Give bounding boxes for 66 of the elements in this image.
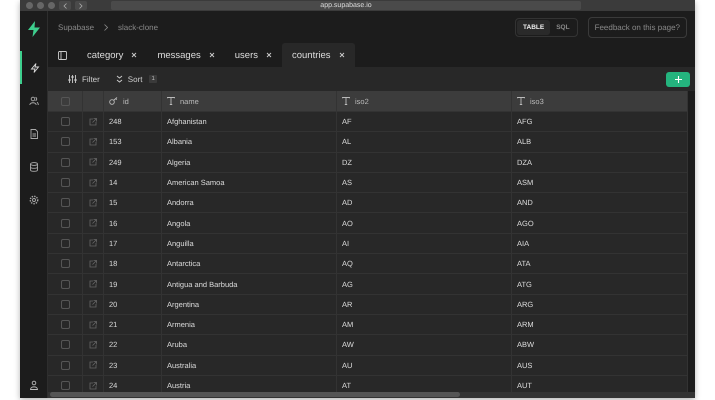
text-type-icon bbox=[342, 97, 350, 105]
external-link-icon[interactable] bbox=[89, 260, 97, 268]
external-link-icon[interactable] bbox=[89, 118, 97, 126]
row-checkbox[interactable] bbox=[60, 137, 70, 146]
breadcrumb-link[interactable]: slack-clone bbox=[118, 22, 158, 32]
close-icon[interactable] bbox=[208, 52, 215, 58]
window-control-dot[interactable] bbox=[48, 2, 55, 9]
row-checkbox[interactable] bbox=[60, 300, 70, 309]
row-checkbox[interactable] bbox=[60, 259, 70, 268]
users-icon bbox=[28, 96, 38, 106]
external-link-icon[interactable] bbox=[89, 340, 97, 349]
row-checkbox[interactable] bbox=[60, 340, 70, 350]
table-tab[interactable]: messages bbox=[147, 43, 225, 67]
close-icon[interactable] bbox=[266, 52, 272, 58]
filter-button[interactable]: Filter bbox=[68, 74, 100, 84]
key-icon bbox=[109, 97, 118, 105]
sliders-icon bbox=[68, 75, 77, 83]
row-checkbox[interactable] bbox=[60, 320, 70, 330]
add-row-button[interactable] bbox=[666, 72, 690, 86]
forward-button[interactable] bbox=[75, 1, 87, 10]
external-link-icon[interactable] bbox=[89, 138, 97, 146]
external-link-icon[interactable] bbox=[89, 178, 97, 187]
close-icon[interactable] bbox=[131, 52, 138, 58]
external-link-icon[interactable] bbox=[89, 198, 97, 207]
sidebar-toggle-icon[interactable] bbox=[58, 50, 67, 60]
forward-icon bbox=[79, 2, 83, 8]
chevrons-down-icon bbox=[116, 75, 123, 83]
row-checkbox[interactable] bbox=[60, 360, 70, 370]
close-icon[interactable] bbox=[338, 52, 345, 58]
row-checkbox[interactable] bbox=[60, 280, 70, 289]
external-link-icon[interactable] bbox=[89, 158, 97, 166]
external-link-icon[interactable] bbox=[89, 300, 97, 308]
window-control-dot[interactable] bbox=[37, 2, 44, 9]
row-checkbox[interactable] bbox=[60, 117, 70, 126]
database-icon bbox=[28, 162, 38, 172]
table-tab[interactable]: countries bbox=[282, 43, 355, 67]
settings-icon bbox=[28, 194, 38, 204]
plus-icon bbox=[674, 76, 682, 82]
table-tab[interactable]: users bbox=[224, 43, 282, 67]
row-checkbox[interactable] bbox=[60, 218, 70, 228]
back-icon bbox=[63, 2, 67, 8]
select-all-checkbox[interactable] bbox=[60, 96, 70, 106]
window-control-dot[interactable] bbox=[26, 2, 33, 9]
external-link-icon[interactable] bbox=[89, 361, 97, 370]
row-checkbox[interactable] bbox=[60, 178, 70, 188]
external-link-icon[interactable] bbox=[89, 320, 97, 329]
external-link-icon[interactable] bbox=[89, 280, 97, 288]
text-type-icon bbox=[167, 97, 175, 105]
bolt-logo-icon[interactable] bbox=[28, 21, 40, 37]
document-icon bbox=[28, 128, 38, 138]
external-link-icon[interactable] bbox=[89, 382, 97, 390]
feedback-button[interactable]: Feedback on this page? bbox=[588, 16, 687, 38]
bolt-icon bbox=[30, 62, 40, 72]
row-checkbox[interactable] bbox=[60, 238, 70, 248]
external-link-icon[interactable] bbox=[89, 239, 97, 248]
user-icon[interactable] bbox=[28, 380, 38, 390]
row-checkbox[interactable] bbox=[60, 198, 70, 208]
row-checkbox[interactable] bbox=[60, 158, 70, 167]
text-type-icon bbox=[517, 97, 525, 105]
external-link-icon[interactable] bbox=[89, 219, 97, 228]
row-checkbox[interactable] bbox=[60, 381, 70, 390]
table-tab[interactable]: category bbox=[77, 43, 148, 67]
back-button[interactable] bbox=[59, 1, 71, 10]
chevron-icon bbox=[104, 24, 108, 30]
scrollbar-thumb[interactable] bbox=[50, 392, 460, 397]
breadcrumb-link[interactable]: Supabase bbox=[58, 22, 94, 32]
